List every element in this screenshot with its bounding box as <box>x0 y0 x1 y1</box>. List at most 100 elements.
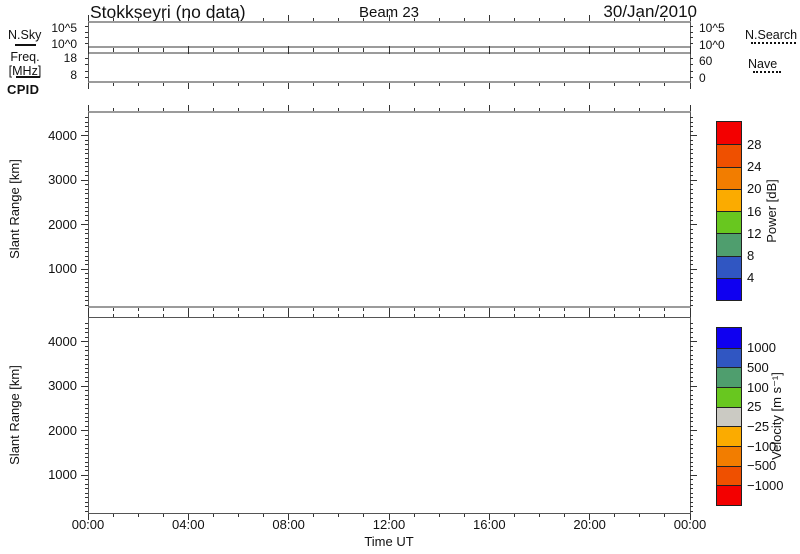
y-tick <box>85 162 88 163</box>
nsearch-legend-label: N.Search <box>745 29 797 43</box>
x-tick <box>238 49 239 52</box>
strip-y-tick-label: 0 <box>699 71 749 85</box>
y-tick <box>85 202 88 203</box>
y-tick <box>690 399 693 400</box>
cpid-label: CPID <box>7 83 39 97</box>
x-tick <box>213 83 214 86</box>
x-tick <box>514 18 515 21</box>
strip-y-tick <box>690 32 693 33</box>
x-tick <box>163 308 164 311</box>
y-tick <box>690 502 693 503</box>
x-tick <box>338 18 339 21</box>
y-tick <box>85 242 88 243</box>
power-colorbar-segment <box>717 189 741 211</box>
y-tick <box>85 359 88 360</box>
x-tick <box>238 308 239 311</box>
y-tick <box>85 296 88 297</box>
x-tick <box>614 314 615 317</box>
x-tick <box>514 314 515 317</box>
velocity-colorbar-segment <box>717 466 741 486</box>
x-tick <box>113 108 114 111</box>
y-tick <box>690 355 693 356</box>
y-tick <box>85 444 88 445</box>
y-tick <box>85 247 88 248</box>
x-tick <box>639 314 640 317</box>
x-tick <box>138 49 139 52</box>
y-tick <box>690 273 693 274</box>
time-axis-label: Time UT <box>339 535 439 549</box>
strip-y-tick <box>85 77 88 78</box>
y-tick <box>85 497 88 498</box>
y-tick <box>690 475 697 476</box>
x-tick <box>238 314 239 317</box>
x-tick <box>263 49 264 52</box>
x-tick <box>514 83 515 86</box>
x-tick <box>664 108 665 111</box>
strip-y-tick <box>690 26 693 27</box>
y-tick <box>690 386 697 387</box>
x-tick-label: 16:00 <box>459 517 519 532</box>
power-colorbar-tick-label: 28 <box>747 137 797 152</box>
x-tick <box>163 108 164 111</box>
x-tick <box>614 308 615 311</box>
x-tick <box>690 311 691 317</box>
y-tick <box>85 323 88 324</box>
x-tick <box>589 311 590 317</box>
y-tick <box>690 448 693 449</box>
x-tick <box>313 49 314 52</box>
y-tick <box>85 332 88 333</box>
velocity-colorbar-segment <box>717 407 741 427</box>
x-tick <box>188 15 189 21</box>
nave-legend-label: Nave <box>748 58 777 72</box>
y-tick <box>85 251 88 252</box>
y-tick <box>85 421 88 422</box>
x-tick <box>188 46 189 52</box>
x-tick <box>539 108 540 111</box>
x-tick <box>238 108 239 111</box>
y-tick <box>81 430 88 431</box>
y-tick <box>690 390 693 391</box>
y-tick <box>81 475 88 476</box>
x-tick <box>188 311 189 317</box>
y-tick <box>85 506 88 507</box>
y-tick <box>690 488 693 489</box>
y-tick <box>85 457 88 458</box>
y-tick <box>85 305 88 306</box>
y-tick <box>690 140 693 141</box>
x-tick <box>288 46 289 52</box>
y-tick <box>85 466 88 467</box>
y-tick <box>85 215 88 216</box>
x-tick <box>363 308 364 311</box>
strip-y-tick <box>85 71 88 72</box>
y-tick <box>690 381 693 382</box>
x-tick <box>414 18 415 21</box>
x-tick <box>338 308 339 311</box>
y-tick <box>690 300 693 301</box>
x-tick <box>363 108 364 111</box>
x-tick <box>338 83 339 86</box>
power-panel <box>88 111 691 308</box>
x-tick <box>414 314 415 317</box>
y-tick <box>85 381 88 382</box>
x-tick <box>690 15 691 21</box>
y-tick <box>690 131 693 132</box>
strip-y-tick-label: 10^0 <box>699 38 749 52</box>
strip-y-tick-label: 10^0 <box>28 37 77 51</box>
x-tick <box>113 308 114 311</box>
y-tick <box>690 158 693 159</box>
strip-y-tick-label: 8 <box>28 68 77 82</box>
y-tick <box>690 287 693 288</box>
x-tick <box>188 105 189 111</box>
x-tick <box>539 18 540 21</box>
y-tick <box>85 488 88 489</box>
x-tick <box>564 49 565 52</box>
x-tick <box>113 83 114 86</box>
x-tick <box>439 18 440 21</box>
y-tick <box>85 377 88 378</box>
x-tick <box>213 308 214 311</box>
y-tick <box>690 470 693 471</box>
y-tick <box>690 135 697 136</box>
x-tick-label: 12:00 <box>359 517 419 532</box>
x-tick <box>263 18 264 21</box>
y-tick <box>690 426 693 427</box>
